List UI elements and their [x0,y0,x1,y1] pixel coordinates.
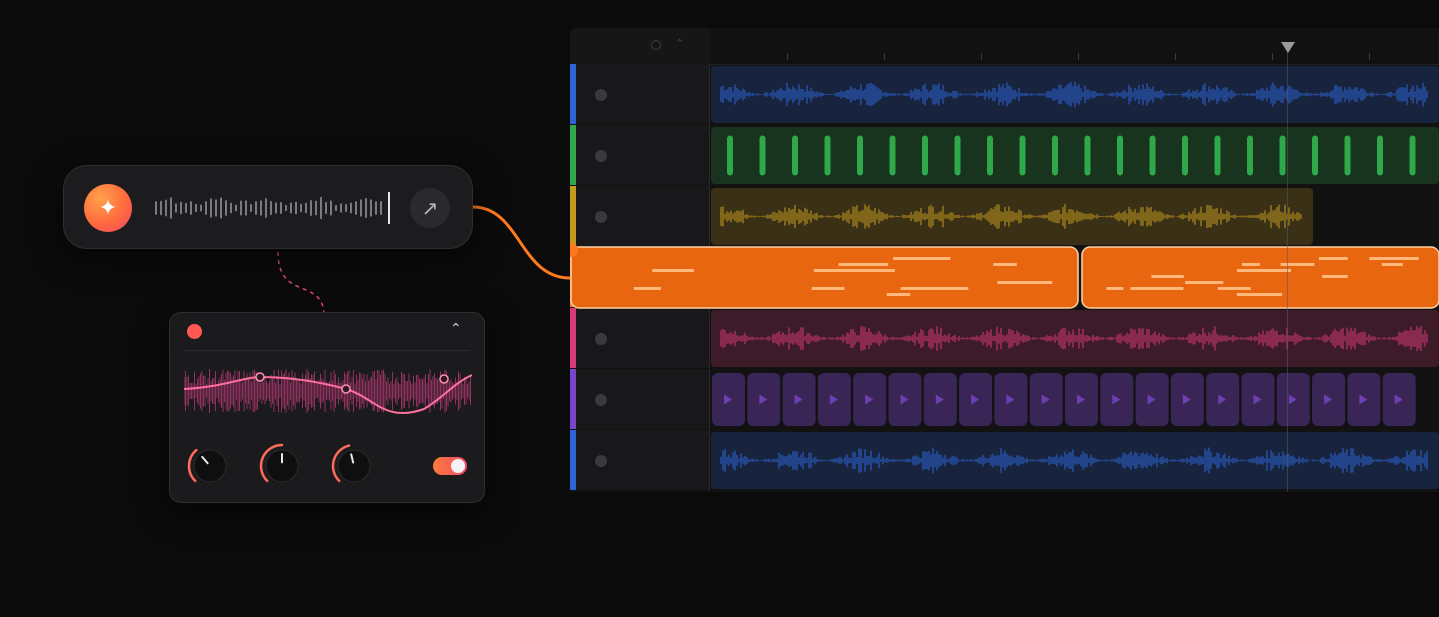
curve-handle[interactable] [255,372,265,382]
record-dot-icon[interactable] [187,324,202,339]
sparkle-icon[interactable]: ✦ [84,184,132,232]
ai-prompt-bar: ✦ ↗ [63,165,473,249]
arrow-up-right-icon[interactable]: ↗ [410,188,450,228]
audio-clip[interactable] [711,188,1313,245]
video-clip[interactable] [712,373,1416,426]
knob-1[interactable] [186,442,234,490]
midi-clip[interactable] [570,246,1079,309]
daw-timeline: ⌃ [570,28,1439,492]
prompt-to-track-connector [472,205,571,280]
curve-handle[interactable] [341,384,351,394]
playhead-line [1287,48,1288,492]
audio-clip[interactable] [711,432,1439,489]
audio-clip[interactable] [711,66,1439,123]
voice-waveform [155,196,382,220]
stage: ⌃ ✦ ↗ ⌃ [0,0,1439,617]
text-cursor [388,192,390,224]
panel-divider [184,350,470,351]
prompt-to-fx-connector [277,251,325,313]
chevron-up-icon[interactable]: ⌃ [450,321,462,337]
toggle-thumb [451,459,465,473]
knob-3[interactable] [330,442,378,490]
effect-waveform-curve[interactable] [184,357,472,425]
audio-clip[interactable] [711,127,1439,184]
curve-handle[interactable] [439,374,449,384]
effect-panel: ⌃ [169,312,485,503]
midi-clip[interactable] [1081,246,1439,309]
playhead-handle[interactable] [1281,42,1295,53]
knob-2[interactable] [258,442,306,490]
track-lanes [570,66,1439,489]
effect-toggle[interactable] [433,457,467,475]
audio-clip[interactable] [711,310,1439,367]
